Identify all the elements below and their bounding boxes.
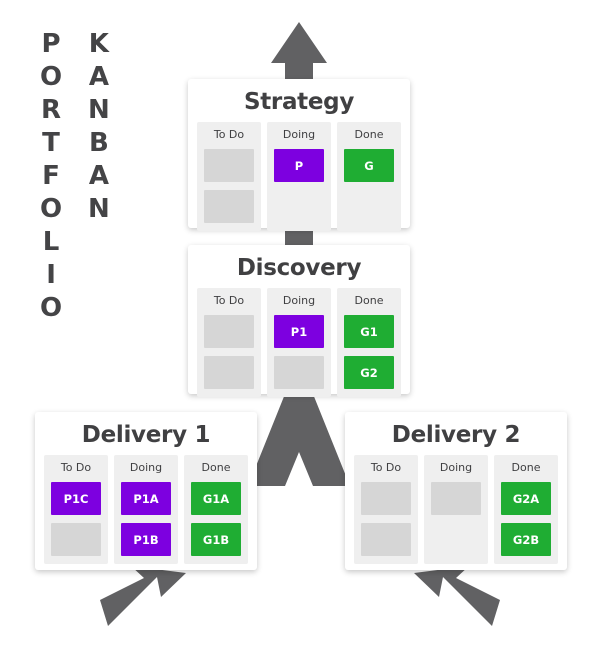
column-delivery1-doing[interactable]: Doing P1A P1B bbox=[114, 455, 178, 564]
title-letter: I bbox=[46, 260, 56, 290]
title-letter: F bbox=[42, 161, 60, 191]
column-header-doing: Doing bbox=[129, 461, 163, 474]
board-strategy[interactable]: Strategy To Do Doing P Done G bbox=[188, 79, 410, 231]
column-strategy-todo[interactable]: To Do bbox=[197, 122, 261, 231]
title-letter: R bbox=[41, 95, 62, 125]
column-delivery1-done[interactable]: Done G1A G1B bbox=[184, 455, 248, 564]
card-g2b[interactable]: G2B bbox=[501, 523, 551, 556]
column-header-todo: To Do bbox=[213, 128, 245, 141]
arrow-down-left-icon bbox=[100, 566, 186, 626]
column-header-doing: Doing bbox=[282, 128, 316, 141]
title-letter: N bbox=[88, 95, 110, 125]
arrow-down-right-icon bbox=[414, 566, 500, 626]
portfolio-kanban-diagram: PORTFOLIO KANBAN Strategy To Do Doing P bbox=[0, 0, 600, 645]
card-p1a[interactable]: P1A bbox=[121, 482, 171, 515]
card-p1c[interactable]: P1C bbox=[51, 482, 101, 515]
card-empty[interactable] bbox=[51, 523, 101, 556]
column-header-doing: Doing bbox=[439, 461, 473, 474]
column-discovery-doing[interactable]: Doing P1 bbox=[267, 288, 331, 397]
title-letter: O bbox=[40, 293, 63, 323]
board-delivery-2[interactable]: Delivery 2 To Do Doing Done G2A G2B bbox=[345, 412, 567, 570]
column-discovery-done[interactable]: Done G1 G2 bbox=[337, 288, 401, 397]
columns-discovery: To Do Doing P1 Done G1 G2 bbox=[197, 288, 401, 397]
portfolio-vertical-title: PORTFOLIO bbox=[40, 28, 62, 325]
card-empty[interactable] bbox=[204, 356, 254, 389]
title-letter: L bbox=[42, 227, 60, 257]
column-header-todo: To Do bbox=[60, 461, 92, 474]
board-title-discovery: Discovery bbox=[236, 255, 362, 281]
card-slot bbox=[431, 523, 481, 556]
card-g1b[interactable]: G1B bbox=[191, 523, 241, 556]
column-strategy-doing[interactable]: Doing P bbox=[267, 122, 331, 231]
column-header-done: Done bbox=[354, 294, 384, 307]
board-discovery[interactable]: Discovery To Do Doing P1 Done G1 G2 bbox=[188, 245, 410, 397]
column-strategy-done[interactable]: Done G bbox=[337, 122, 401, 231]
arrow-up-top-icon bbox=[271, 22, 327, 82]
title-letter: K bbox=[88, 29, 109, 59]
column-discovery-todo[interactable]: To Do bbox=[197, 288, 261, 397]
columns-delivery-1: To Do P1C Doing P1A P1B Done G1A G1B bbox=[44, 455, 248, 564]
card-empty[interactable] bbox=[431, 482, 481, 515]
card-p1[interactable]: P1 bbox=[274, 315, 324, 348]
card-g[interactable]: G bbox=[344, 149, 394, 182]
title-letter: T bbox=[42, 128, 60, 158]
title-letter: O bbox=[40, 62, 63, 92]
column-delivery2-doing[interactable]: Doing bbox=[424, 455, 488, 564]
card-slot bbox=[344, 190, 394, 223]
title-letter: A bbox=[88, 62, 109, 92]
board-delivery-1[interactable]: Delivery 1 To Do P1C Doing P1A P1B Done … bbox=[35, 412, 257, 570]
card-slot bbox=[274, 190, 324, 223]
column-delivery2-todo[interactable]: To Do bbox=[354, 455, 418, 564]
card-empty[interactable] bbox=[361, 523, 411, 556]
column-header-todo: To Do bbox=[213, 294, 245, 307]
card-empty[interactable] bbox=[204, 315, 254, 348]
card-p1b[interactable]: P1B bbox=[121, 523, 171, 556]
column-header-done: Done bbox=[201, 461, 231, 474]
title-letter: B bbox=[88, 128, 109, 158]
card-empty[interactable] bbox=[204, 149, 254, 182]
board-title-strategy: Strategy bbox=[243, 89, 355, 115]
title-letter: A bbox=[88, 161, 109, 191]
board-title-delivery-2: Delivery 2 bbox=[391, 422, 521, 448]
columns-delivery-2: To Do Doing Done G2A G2B bbox=[354, 455, 558, 564]
column-header-todo: To Do bbox=[370, 461, 402, 474]
column-delivery1-todo[interactable]: To Do P1C bbox=[44, 455, 108, 564]
card-empty[interactable] bbox=[274, 356, 324, 389]
title-letter: N bbox=[88, 194, 110, 224]
column-delivery2-done[interactable]: Done G2A G2B bbox=[494, 455, 558, 564]
card-g1[interactable]: G1 bbox=[344, 315, 394, 348]
card-empty[interactable] bbox=[361, 482, 411, 515]
title-letter: P bbox=[41, 29, 61, 59]
column-header-done: Done bbox=[354, 128, 384, 141]
card-g2[interactable]: G2 bbox=[344, 356, 394, 389]
arrow-branch-down-icon bbox=[248, 394, 350, 486]
columns-strategy: To Do Doing P Done G bbox=[197, 122, 401, 231]
card-empty[interactable] bbox=[204, 190, 254, 223]
board-title-delivery-1: Delivery 1 bbox=[81, 422, 211, 448]
title-letter: O bbox=[40, 194, 63, 224]
kanban-vertical-title: KANBAN bbox=[88, 28, 110, 226]
column-header-done: Done bbox=[511, 461, 541, 474]
card-p[interactable]: P bbox=[274, 149, 324, 182]
card-g1a[interactable]: G1A bbox=[191, 482, 241, 515]
card-g2a[interactable]: G2A bbox=[501, 482, 551, 515]
column-header-doing: Doing bbox=[282, 294, 316, 307]
